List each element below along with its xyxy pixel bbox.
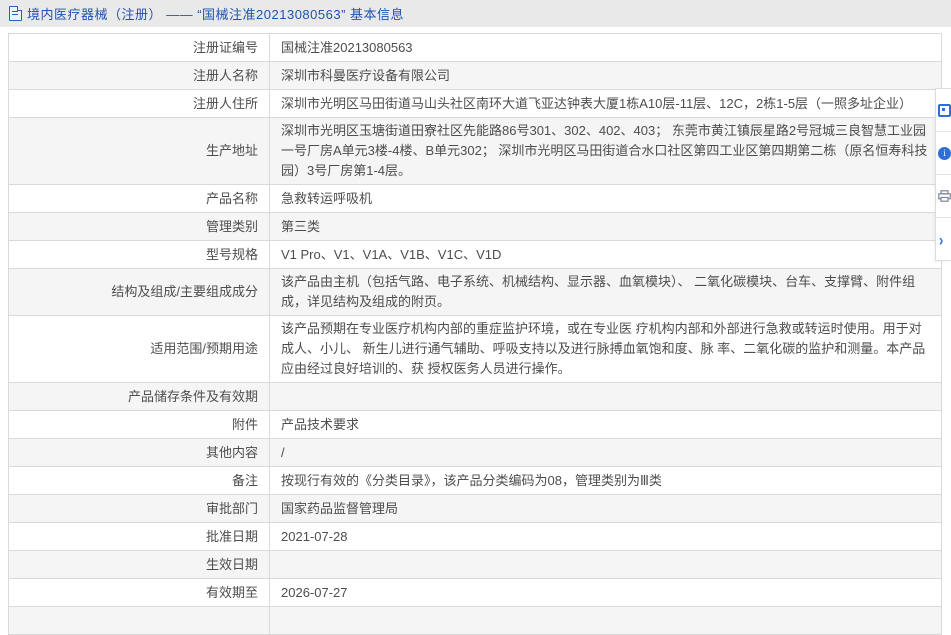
- table-row: 附件 产品技术要求: [8, 410, 942, 439]
- row-value: 2026-07-27: [269, 578, 942, 607]
- document-icon: [9, 6, 22, 21]
- row-value: 深圳市光明区玉塘街道田寮社区先能路86号301、302、402、403； 东莞市…: [269, 117, 942, 185]
- row-value: 急救转运呼吸机: [269, 184, 942, 213]
- registration-table-body: 注册证编号 国械注准20213080563 注册人名称 深圳市科曼医疗设备有限公司 注册…: [8, 33, 942, 635]
- table-row: 产品名称 急救转运呼吸机: [8, 184, 942, 213]
- row-value: 2021-07-28: [269, 522, 942, 551]
- row-label: 其他内容: [8, 438, 270, 467]
- row-value: 深圳市光明区马田街道马山头社区南环大道飞亚达钟表大厦1栋A10层-11层、12C…: [269, 89, 942, 118]
- collapse-panel-button[interactable]: ›: [936, 217, 951, 260]
- row-label: 审批部门: [8, 494, 270, 523]
- floating-action-panel: i ›: [935, 88, 951, 261]
- row-value: [269, 606, 942, 635]
- table-row: 其他内容 /: [8, 438, 942, 467]
- row-label: 批准日期: [8, 522, 270, 551]
- row-value: 第三类: [269, 212, 942, 241]
- table-row: 管理类别 第三类: [8, 212, 942, 241]
- row-value: /: [269, 438, 942, 467]
- row-label: 适用范围/预期用途: [8, 315, 270, 383]
- row-value: V1 Pro、V1、V1A、V1B、V1C、V1D: [269, 240, 942, 269]
- row-label: 管理类别: [8, 212, 270, 241]
- table-row: 注册人住所 深圳市光明区马田街道马山头社区南环大道飞亚达钟表大厦1栋A10层-11…: [8, 89, 942, 118]
- table-row: 有效期至 2026-07-27: [8, 578, 942, 607]
- row-label: 产品名称: [8, 184, 270, 213]
- service-button[interactable]: i: [936, 131, 951, 174]
- table-row: 生效日期: [8, 550, 942, 579]
- row-label: 注册人名称: [8, 61, 270, 90]
- row-value: 该产品由主机（包括气路、电子系统、机械结构、显示器、血氧模块）、 二氧化碳模块、…: [269, 268, 942, 316]
- row-label: 有效期至: [8, 578, 270, 607]
- feedback-button[interactable]: [936, 89, 951, 131]
- row-label: 附件: [8, 410, 270, 439]
- row-value: 深圳市科曼医疗设备有限公司: [269, 61, 942, 90]
- table-row: 注册人名称 深圳市科曼医疗设备有限公司: [8, 61, 942, 90]
- row-value: 按现行有效的《分类目录》，该产品分类编码为08，管理类别为Ⅲ类: [269, 466, 942, 495]
- title-bar: 境内医疗器械（注册） —— “国械注准20213080563” 基本信息: [0, 0, 951, 27]
- row-label: 生效日期: [8, 550, 270, 579]
- table-row: 型号规格 V1 Pro、V1、V1A、V1B、V1C、V1D: [8, 240, 942, 269]
- feedback-icon: [938, 103, 951, 117]
- row-value: 国械注准20213080563: [269, 33, 942, 62]
- service-icon: i: [938, 146, 951, 160]
- row-value: 该产品预期在专业医疗机构内部的重症监护环境，或在专业医 疗机构内部和外部进行急救…: [269, 315, 942, 383]
- table-row: [8, 606, 942, 635]
- row-value: [269, 550, 942, 579]
- row-label: [8, 606, 270, 635]
- row-label: 产品储存条件及有效期: [8, 382, 270, 411]
- table-row: 适用范围/预期用途 该产品预期在专业医疗机构内部的重症监护环境，或在专业医 疗机构…: [8, 315, 942, 383]
- print-button[interactable]: [936, 174, 951, 217]
- table-row: 批准日期 2021-07-28: [8, 522, 942, 551]
- row-value: 产品技术要求: [269, 410, 942, 439]
- row-label: 注册人住所: [8, 89, 270, 118]
- row-label: 生产地址: [8, 117, 270, 185]
- row-label: 备注: [8, 466, 270, 495]
- table-row: 结构及组成/主要组成成分 该产品由主机（包括气路、电子系统、机械结构、显示器、血氧…: [8, 268, 942, 316]
- row-value: [269, 382, 942, 411]
- printer-icon: [938, 190, 951, 202]
- registration-info-table: 注册证编号 国械注准20213080563 注册人名称 深圳市科曼医疗设备有限公司 注册…: [8, 33, 942, 635]
- table-row: 产品储存条件及有效期: [8, 382, 942, 411]
- row-label: 注册证编号: [8, 33, 270, 62]
- page-title: 境内医疗器械（注册） —— “国械注准20213080563” 基本信息: [27, 7, 405, 22]
- table-row: 生产地址 深圳市光明区玉塘街道田寮社区先能路86号301、302、402、403；…: [8, 117, 942, 185]
- row-label: 型号规格: [8, 240, 270, 269]
- table-row: 审批部门 国家药品监督管理局: [8, 494, 942, 523]
- table-row: 注册证编号 国械注准20213080563: [8, 33, 942, 62]
- chevron-right-icon: ›: [939, 229, 944, 249]
- row-value: 国家药品监督管理局: [269, 494, 942, 523]
- row-label: 结构及组成/主要组成成分: [8, 268, 270, 316]
- table-row: 备注 按现行有效的《分类目录》，该产品分类编码为08，管理类别为Ⅲ类: [8, 466, 942, 495]
